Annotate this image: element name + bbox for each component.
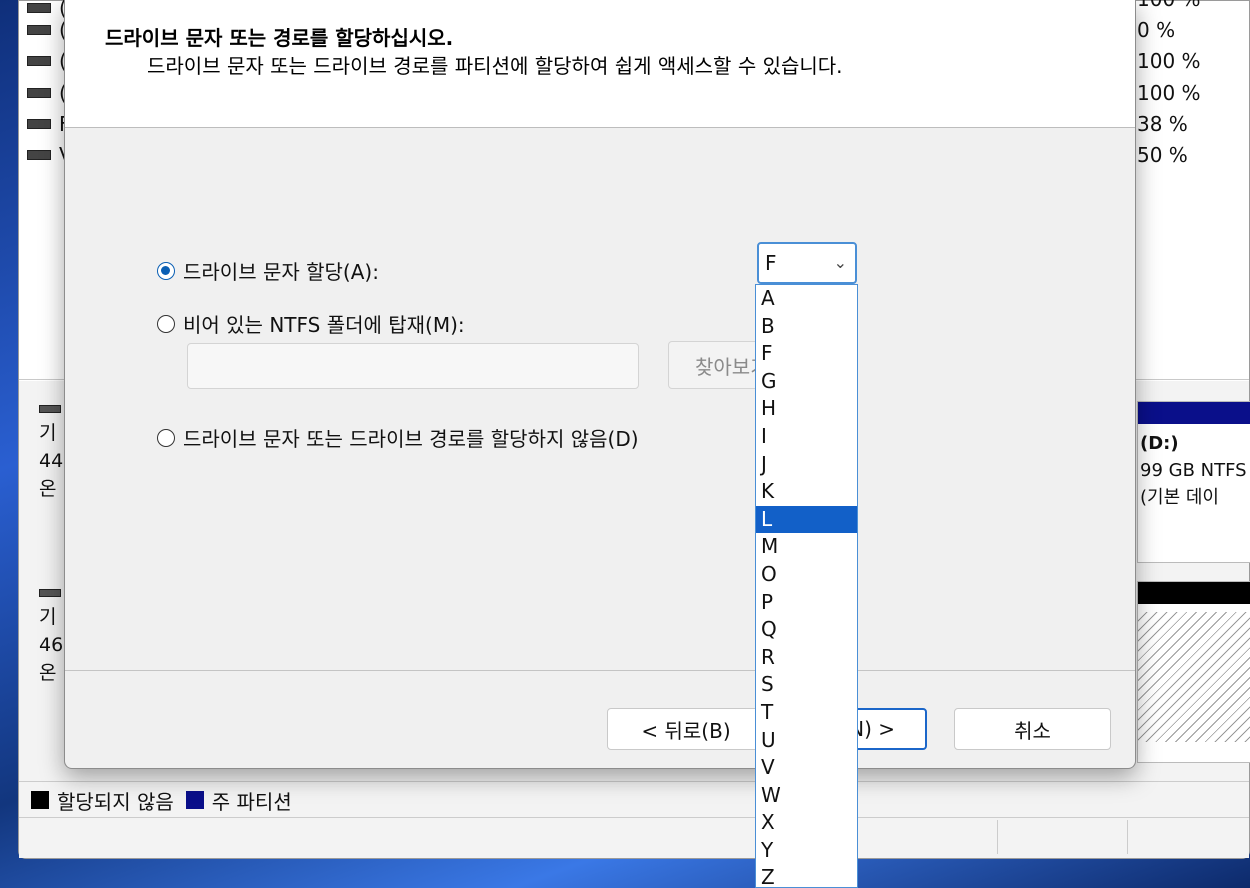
percent-free: 50 %	[1137, 143, 1188, 167]
back-button[interactable]: < 뒤로(B)	[607, 708, 765, 750]
percent-free: 0 %	[1137, 18, 1176, 42]
disk-icon	[39, 589, 61, 597]
disk-label[interactable]: 기 44 온	[39, 405, 63, 503]
status-bar	[19, 817, 1249, 858]
dropdown-option[interactable]: Z	[756, 864, 857, 887]
primary-partition-bar	[1138, 402, 1250, 424]
dropdown-option[interactable]: O	[756, 561, 857, 589]
partition-d[interactable]: (D:) 99 GB NTFS (기본 데이	[1137, 401, 1250, 563]
status-divider	[997, 820, 998, 854]
dropdown-option[interactable]: U	[756, 727, 857, 755]
dropdown-option[interactable]: J	[756, 451, 857, 479]
unallocated-partition[interactable]	[1137, 581, 1250, 763]
dropdown-option[interactable]: A	[756, 285, 857, 313]
percent-free: 100 %	[1137, 81, 1201, 105]
dropdown-option[interactable]: S	[756, 671, 857, 699]
dialog-title: 드라이브 문자 또는 경로를 할당하십시오.	[105, 26, 454, 50]
volume-row[interactable]: (	[27, 49, 67, 73]
percent-free: 100 %	[1137, 0, 1201, 11]
option-assign-letter[interactable]: 드라이브 문자 할당(A):	[157, 256, 379, 285]
status-divider	[1127, 820, 1128, 854]
radio-selected-icon[interactable]	[157, 261, 175, 280]
folder-path-input[interactable]	[187, 343, 639, 389]
option-mount-folder[interactable]: 비어 있는 NTFS 폴더에 탑재(M):	[157, 309, 465, 338]
drive-letter-select[interactable]: F ⌄	[757, 242, 857, 284]
dropdown-option[interactable]: V	[756, 754, 857, 782]
radio-icon[interactable]	[157, 428, 175, 447]
dialog-header: 드라이브 문자 또는 경로를 할당하십시오. 드라이브 문자 또는 드라이브 경…	[65, 0, 1135, 128]
dropdown-option[interactable]: F	[756, 340, 857, 368]
dialog-divider	[65, 670, 1135, 671]
radio-icon[interactable]	[157, 314, 175, 333]
volume-row[interactable]: (	[27, 0, 67, 20]
dropdown-option[interactable]: I	[756, 423, 857, 451]
option-no-letter[interactable]: 드라이브 문자 또는 드라이브 경로를 할당하지 않음(D)	[157, 423, 639, 452]
dropdown-option[interactable]: L	[756, 505, 857, 534]
dropdown-option[interactable]: T	[756, 699, 857, 727]
percent-free: 38 %	[1137, 112, 1188, 136]
unallocated-hatch	[1138, 612, 1250, 742]
dialog-subtitle: 드라이브 문자 또는 드라이브 경로를 파티션에 할당하여 쉽게 액세스할 수 …	[147, 54, 843, 78]
drive-letter-dropdown-list[interactable]: ABFGHIJKLMOPQRSTUVWXYZ	[755, 284, 858, 888]
dropdown-option[interactable]: P	[756, 589, 857, 617]
dropdown-option[interactable]: X	[756, 809, 857, 837]
dropdown-option[interactable]: K	[756, 478, 857, 506]
dropdown-option[interactable]: B	[756, 313, 857, 341]
legend-swatch-primary	[185, 791, 204, 809]
dropdown-option[interactable]: H	[756, 395, 857, 423]
chevron-down-icon: ⌄	[833, 253, 847, 272]
assign-drive-letter-dialog: 드라이브 문자 또는 경로를 할당하십시오. 드라이브 문자 또는 드라이브 경…	[64, 0, 1136, 769]
dropdown-option[interactable]: R	[756, 644, 857, 672]
drive-icon	[27, 119, 51, 129]
unallocated-bar	[1138, 582, 1250, 604]
dropdown-option[interactable]: Y	[756, 837, 857, 865]
disk-label[interactable]: 기 46 온	[39, 589, 63, 687]
cancel-button[interactable]: 취소	[954, 708, 1111, 750]
drive-icon	[27, 25, 51, 35]
drive-icon	[27, 88, 51, 98]
drive-icon	[27, 3, 51, 13]
legend-swatch-unallocated	[31, 791, 49, 809]
dropdown-option[interactable]: M	[756, 533, 857, 561]
disk-icon	[39, 405, 61, 413]
volume-row[interactable]: (	[27, 81, 67, 105]
drive-icon	[27, 56, 51, 66]
drive-icon	[27, 150, 51, 160]
dropdown-option[interactable]: W	[756, 782, 857, 810]
dropdown-option[interactable]: G	[756, 368, 857, 396]
dropdown-option[interactable]: Q	[756, 616, 857, 644]
percent-free: 100 %	[1137, 49, 1201, 73]
legend: 할당되지 않음 주 파티션	[19, 781, 1249, 818]
browse-button[interactable]: 찾아보기	[668, 341, 768, 389]
volume-row[interactable]: (	[27, 18, 67, 42]
